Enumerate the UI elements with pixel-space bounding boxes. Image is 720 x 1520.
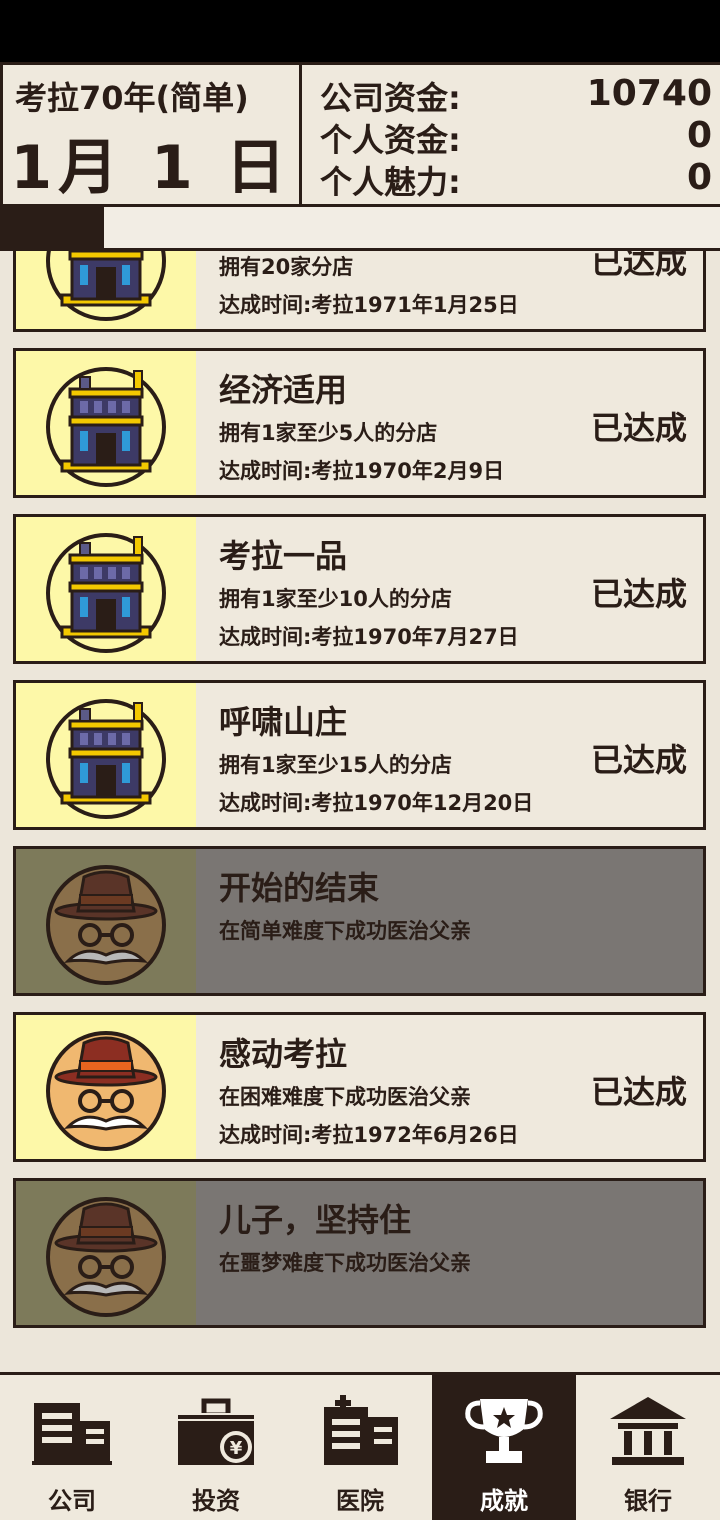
bottom-nav: 公司 ¥ 投资 医院 成就 银行	[0, 1372, 720, 1520]
achievement-description: 在困难难度下成功医治父亲	[219, 1085, 471, 1109]
funds-panel: 公司资金: 10740 个人资金: 0 个人魅力: 0	[302, 65, 720, 204]
achievement-title: 考拉一品	[219, 537, 348, 575]
achievement-card[interactable]: 感动考拉在困难难度下成功医治父亲达成时间:考拉1972年6月26日 已达成	[13, 1012, 706, 1162]
achievement-status: 已达成	[590, 575, 687, 613]
achievement-description: 拥有1家至少5人的分店	[219, 421, 438, 445]
achievement-time: 达成时间:考拉1970年7月27日	[219, 625, 519, 649]
achievement-description: 拥有1家至少15人的分店	[219, 753, 452, 777]
charisma-value: 0	[686, 157, 712, 198]
company-funds-label: 公司资金:	[320, 79, 461, 117]
achievement-description: 拥有20家分店	[219, 255, 354, 279]
charisma-label: 个人魅力:	[320, 163, 461, 201]
achievement-description: 拥有1家至少10人的分店	[219, 587, 452, 611]
achievement-icon-cell	[16, 1015, 196, 1159]
achievement-time: 达成时间:考拉1970年12月20日	[219, 791, 534, 815]
achievement-icon-cell	[16, 251, 196, 329]
time-progress-fill	[0, 207, 105, 248]
charisma: 个人魅力: 0	[320, 157, 712, 201]
achievement-time: 达成时间:考拉1972年6月26日	[219, 1123, 519, 1147]
achievement-icon-cell	[16, 1181, 196, 1325]
achievement-status: 已达成	[590, 409, 687, 447]
nav-tab-label: 成就	[480, 1487, 528, 1515]
nav-tab-label: 医院	[336, 1487, 384, 1515]
achievement-title: 感动考拉	[219, 1035, 348, 1073]
achievement-description: 在噩梦难度下成功医治父亲	[219, 1251, 471, 1275]
nav-tab-hospital[interactable]: 医院	[288, 1375, 432, 1520]
nav-tab-label: 银行	[624, 1487, 672, 1515]
achievement-description: 在简单难度下成功医治父亲	[219, 919, 471, 943]
achievement-list[interactable]: 全部是总部拥有20家分店达成时间:考拉1971年1月25日已达成经济适用拥有1家…	[0, 251, 720, 1372]
achievement-status: 已达成	[590, 1073, 687, 1111]
nav-tab-company[interactable]: 公司	[0, 1375, 144, 1520]
game-header: 考拉70年(简单) 1月 1 日 公司资金: 10740 个人资金: 0 个人魅…	[0, 62, 720, 207]
personal-funds-value: 0	[686, 115, 712, 156]
achievement-status: 已达成	[590, 251, 687, 281]
status-bar	[0, 0, 720, 62]
achievement-time: 达成时间:考拉1971年1月25日	[219, 293, 519, 317]
achievement-card[interactable]: 经济适用拥有1家至少5人的分店达成时间:考拉1970年2月9日 已达成	[13, 348, 706, 498]
company-funds: 公司资金: 10740	[320, 73, 712, 117]
achievement-title: 呼啸山庄	[219, 703, 348, 741]
achievement-card[interactable]: 呼啸山庄拥有1家至少15人的分店达成时间:考拉1970年12月20日 已达成	[13, 680, 706, 830]
date-panel: 考拉70年(简单) 1月 1 日	[0, 65, 302, 204]
achievement-card[interactable]: 全部是总部拥有20家分店达成时间:考拉1971年1月25日已达成	[13, 251, 706, 332]
personal-funds: 个人资金: 0	[320, 115, 712, 159]
game-year: 考拉70年(简单)	[15, 79, 249, 117]
svg-text:¥: ¥	[230, 1438, 243, 1459]
achievement-icon-cell	[16, 517, 196, 661]
achievement-card[interactable]: 儿子，坚持住在噩梦难度下成功医治父亲	[13, 1178, 706, 1328]
achievement-icon-cell	[16, 683, 196, 827]
nav-tab-invest[interactable]: ¥ 投资	[144, 1375, 288, 1520]
achievement-card[interactable]: 开始的结束在简单难度下成功医治父亲	[13, 846, 706, 996]
game-date: 1月 1 日	[10, 133, 292, 203]
achievement-title: 儿子，坚持住	[219, 1201, 412, 1239]
nav-tab-label: 投资	[192, 1487, 240, 1515]
achievement-title: 经济适用	[219, 371, 348, 409]
achievement-icon-cell	[16, 351, 196, 495]
achievement-icon-cell	[16, 849, 196, 993]
nav-tab-bank[interactable]: 银行	[576, 1375, 720, 1520]
personal-funds-label: 个人资金:	[320, 121, 461, 159]
achievement-time: 达成时间:考拉1970年2月9日	[219, 459, 505, 483]
achievement-title: 开始的结束	[219, 869, 380, 907]
nav-tab-trophy[interactable]: 成就	[432, 1375, 576, 1520]
company-funds-value: 10740	[586, 73, 712, 114]
nav-tab-label: 公司	[48, 1487, 96, 1515]
achievement-card[interactable]: 考拉一品拥有1家至少10人的分店达成时间:考拉1970年7月27日 已达成	[13, 514, 706, 664]
time-progress-bar	[0, 207, 720, 251]
achievement-status: 已达成	[590, 741, 687, 779]
